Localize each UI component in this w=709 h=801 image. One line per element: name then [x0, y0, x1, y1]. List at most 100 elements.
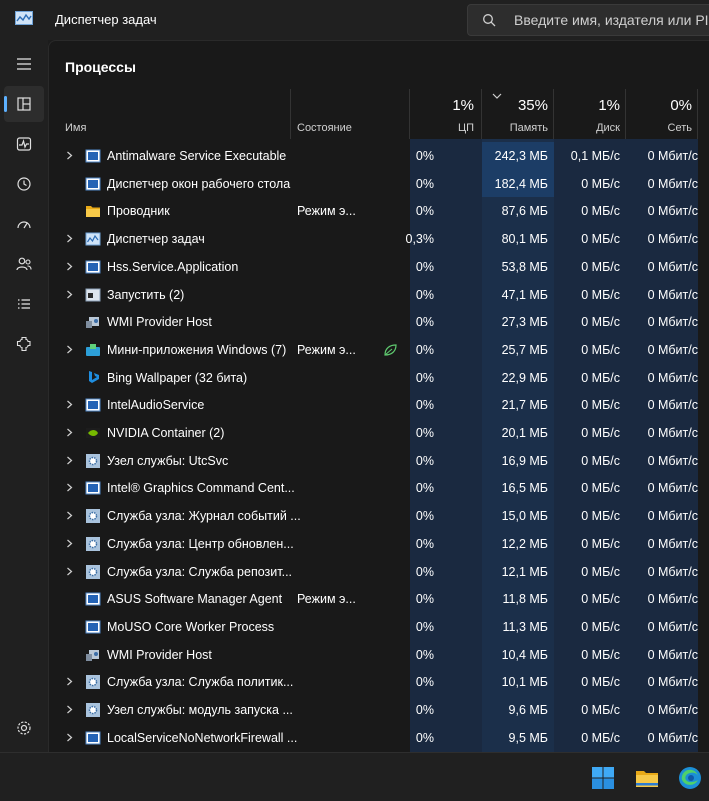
- table-row[interactable]: Hss.Service.Application 0% 53,8 МБ 0 МБ/с 0 …: [49, 253, 709, 281]
- process-cpu: 0%: [415, 592, 434, 607]
- process-memory: 21,7 МБ: [501, 398, 548, 413]
- column-separator: [409, 89, 410, 139]
- table-row[interactable]: Мини-приложения Windows (7) Режим э... 0% 2…: [49, 336, 709, 364]
- table-row[interactable]: MoUSO Core Worker Process 0% 11,3 МБ 0 МБ/с…: [49, 613, 709, 641]
- sidebar-item-services[interactable]: [4, 326, 44, 362]
- chevron-right-icon[interactable]: [66, 567, 73, 576]
- windows-start-icon[interactable]: [590, 765, 616, 791]
- column-separator: [290, 89, 291, 139]
- window-icon: [85, 481, 101, 495]
- settings-button[interactable]: [4, 710, 44, 746]
- wmi-icon: [86, 649, 99, 661]
- column-header-status[interactable]: Состояние: [297, 122, 352, 134]
- process-cpu: 0%: [415, 315, 434, 330]
- process-memory: 10,4 МБ: [501, 647, 548, 662]
- window-icon: [85, 620, 101, 634]
- task-manager-app-icon: [15, 11, 33, 25]
- table-row[interactable]: ASUS Software Manager Agent Режим э... 0% 1…: [49, 585, 709, 613]
- table-row[interactable]: Диспетчер окон рабочего стола 0% 182,4 МБ 0…: [49, 169, 709, 198]
- table-row[interactable]: Проводник Режим э... 0% 87,6 МБ 0 МБ/с 0 Мбит…: [49, 197, 709, 225]
- column-header-cpu[interactable]: ЦП: [458, 122, 474, 134]
- column-header-disk[interactable]: Диск: [596, 122, 620, 134]
- table-row[interactable]: Служба узла: Служба репозит... 0% 12,1 МБ 0…: [49, 558, 709, 586]
- hamburger-menu-button[interactable]: [4, 46, 44, 82]
- process-network: 0 Мбит/с: [647, 232, 698, 247]
- service-icon: [86, 675, 100, 690]
- process-disk: 0 МБ/с: [581, 647, 620, 662]
- table-row[interactable]: Служба узла: Центр обновлен... 0% 12,2 МБ 0…: [49, 530, 709, 558]
- column-header-name[interactable]: Имя: [65, 122, 86, 134]
- memory-total: 35%: [517, 97, 548, 114]
- startup-apps-icon: [17, 221, 31, 229]
- table-row[interactable]: IntelAudioService 0% 21,7 МБ 0 МБ/с 0 Мбит/с: [49, 391, 709, 419]
- process-name: Antimalware Service Executable: [107, 149, 287, 163]
- process-network: 0 Мбит/с: [647, 287, 698, 302]
- chevron-right-icon[interactable]: [66, 539, 73, 548]
- chevron-right-icon[interactable]: [66, 400, 73, 409]
- table-row[interactable]: NVIDIA Container (2) 0% 20,1 МБ 0 МБ/с 0 Мби…: [49, 419, 709, 447]
- process-name: Bing Wallpaper (32 бита): [107, 370, 248, 385]
- process-network: 0 Мбит/с: [647, 453, 698, 468]
- search-box[interactable]: Введите имя, издателя или PID: [467, 4, 709, 36]
- process-disk: 0 МБ/с: [581, 232, 620, 247]
- chevron-right-icon[interactable]: [66, 733, 73, 742]
- table-row[interactable]: Запустить (2) 0% 47,1 МБ 0 МБ/с 0 Мбит/с: [49, 281, 709, 309]
- table-row[interactable]: Узел службы: модуль запуска ... 0% 9,6 МБ 0…: [49, 696, 709, 724]
- process-network: 0 Мбит/с: [647, 204, 698, 219]
- file-explorer-icon[interactable]: [634, 765, 660, 791]
- window-icon: [85, 177, 101, 191]
- chevron-right-icon[interactable]: [66, 511, 73, 520]
- column-header-network[interactable]: Сеть: [668, 122, 692, 134]
- process-cpu: 0%: [415, 481, 434, 496]
- chevron-right-icon[interactable]: [66, 428, 73, 437]
- sidebar-item-users[interactable]: [4, 246, 44, 282]
- chevron-right-icon[interactable]: [66, 151, 73, 160]
- chevron-right-icon[interactable]: [66, 483, 73, 492]
- table-row[interactable]: WMI Provider Host 0% 27,3 МБ 0 МБ/с 0 Мбит/с: [49, 308, 709, 336]
- process-name: LocalServiceNoNetworkFirewall ...: [107, 730, 298, 745]
- chevron-right-icon[interactable]: [66, 234, 73, 243]
- column-separator: [553, 89, 554, 139]
- process-network: 0 Мбит/с: [647, 564, 698, 579]
- disk-total: 1%: [598, 97, 620, 114]
- edge-icon[interactable]: [677, 765, 703, 791]
- table-row[interactable]: Bing Wallpaper (32 бита) 0% 22,9 МБ 0 МБ/с 0…: [49, 364, 709, 392]
- process-network: 0 Мбит/с: [647, 370, 698, 385]
- process-cpu: 0%: [415, 564, 434, 579]
- sidebar-item-startup-apps[interactable]: [4, 206, 44, 242]
- chevron-right-icon[interactable]: [66, 456, 73, 465]
- process-memory: 87,6 МБ: [501, 204, 548, 219]
- process-memory: 22,9 МБ: [501, 370, 548, 385]
- sidebar-item-performance[interactable]: [4, 126, 44, 162]
- table-row[interactable]: Диспетчер задач 0,3% 80,1 МБ 0 МБ/с 0 Мбит/с: [49, 225, 709, 253]
- table-row[interactable]: Intel® Graphics Command Cent... 0% 16,5 МБ…: [49, 474, 709, 502]
- chevron-right-icon[interactable]: [66, 262, 73, 271]
- cpu-total: 1%: [452, 97, 474, 114]
- sidebar-item-details[interactable]: [4, 286, 44, 322]
- active-indicator: [4, 96, 7, 112]
- chevron-right-icon[interactable]: [66, 705, 73, 714]
- process-memory: 182,4 МБ: [494, 176, 548, 191]
- process-cpu: 0%: [415, 509, 434, 524]
- process-memory: 47,1 МБ: [501, 287, 548, 302]
- column-header-memory[interactable]: Память: [510, 122, 548, 134]
- search-input[interactable]: Введите имя, издателя или PID: [514, 12, 709, 28]
- process-cpu: 0%: [415, 647, 434, 662]
- table-row[interactable]: LocalServiceNoNetworkFirewall ... 0% 9,5 М…: [49, 724, 709, 752]
- chevron-right-icon[interactable]: [66, 345, 73, 354]
- chevron-right-icon[interactable]: [66, 290, 73, 299]
- chevron-right-icon[interactable]: [66, 677, 73, 686]
- sidebar-item-processes[interactable]: [4, 86, 44, 122]
- app-history-icon: [17, 177, 31, 191]
- table-row[interactable]: Antimalware Service Executable 0% 242,3 МБ…: [49, 142, 709, 170]
- sidebar-item-app-history[interactable]: [4, 166, 44, 202]
- table-row[interactable]: Узел службы: UtcSvc 0% 16,9 МБ 0 МБ/с 0 Мбит…: [49, 447, 709, 475]
- process-name: Hss.Service.Application: [107, 259, 239, 274]
- process-network: 0 Мбит/с: [647, 315, 698, 330]
- table-row[interactable]: Служба узла: Журнал событий ... 0% 15,0 МБ…: [49, 502, 709, 530]
- service-icon: [86, 509, 100, 524]
- table-row[interactable]: Служба узла: Служба политик... 0% 10,1 МБ 0…: [49, 668, 709, 696]
- run-icon: [85, 288, 101, 301]
- process-disk: 0 МБ/с: [581, 398, 620, 413]
- table-row[interactable]: WMI Provider Host 0% 10,4 МБ 0 МБ/с 0 Мбит/с: [49, 641, 709, 669]
